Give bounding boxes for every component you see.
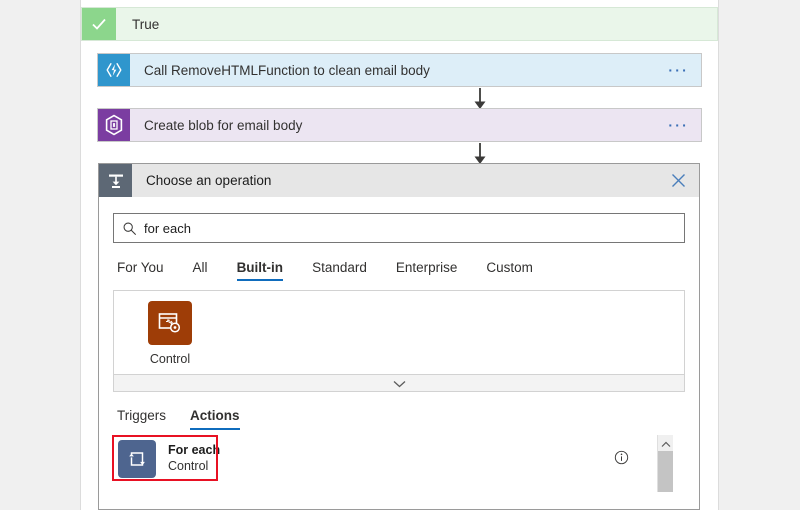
- connector-arrow: [472, 143, 488, 165]
- scope-title: True: [132, 16, 160, 32]
- info-icon[interactable]: [614, 450, 629, 468]
- list-item-for-each[interactable]: For each Control: [112, 435, 685, 481]
- tab-for-you[interactable]: For You: [117, 260, 164, 281]
- panel-header: Choose an operation: [99, 164, 699, 197]
- connector-tile-grid: Control: [113, 290, 685, 375]
- choose-operation-panel: Choose an operation for each For You All…: [98, 163, 700, 510]
- tab-triggers[interactable]: Triggers: [117, 408, 166, 430]
- category-tab-list: For You All Built-in Standard Enterprise…: [113, 255, 685, 281]
- insert-operation-icon: [99, 164, 132, 197]
- scroll-up-button[interactable]: [658, 435, 673, 451]
- action-card-menu-button[interactable]: ···: [668, 118, 701, 132]
- scrollbar-thumb[interactable]: [658, 451, 673, 492]
- action-card-call-removehtmlfunction[interactable]: Call RemoveHTMLFunction to clean email b…: [97, 53, 702, 87]
- checkmark-icon: [82, 8, 116, 40]
- chevron-down-icon: [393, 376, 406, 391]
- tab-custom[interactable]: Custom: [486, 260, 533, 281]
- connector-tile-control[interactable]: Control: [134, 301, 206, 366]
- screenshot-root: True Call RemoveHTMLFunction to clean em…: [0, 0, 800, 510]
- panel-title: Choose an operation: [146, 173, 272, 188]
- workflow-designer-canvas: True Call RemoveHTMLFunction to clean em…: [80, 0, 719, 510]
- panel-body: For You All Built-in Standard Enterprise…: [99, 213, 699, 492]
- search-input[interactable]: [144, 215, 684, 241]
- operation-list: For each Control: [112, 435, 685, 492]
- control-connector-icon: [148, 301, 192, 345]
- operation-tab-list: Triggers Actions: [113, 404, 685, 430]
- for-each-loop-icon: [118, 440, 156, 478]
- action-card-menu-button[interactable]: ···: [668, 63, 701, 77]
- connector-arrow: [472, 88, 488, 110]
- list-item-text: For each Control: [168, 443, 220, 474]
- operation-name: For each: [168, 443, 221, 458]
- tab-standard[interactable]: Standard: [312, 260, 367, 281]
- azure-function-icon: [98, 54, 130, 86]
- scope-header-true[interactable]: True: [81, 7, 718, 41]
- tab-actions[interactable]: Actions: [190, 408, 240, 430]
- chevron-up-icon: [661, 436, 671, 451]
- tab-enterprise[interactable]: Enterprise: [396, 260, 458, 281]
- action-card-label: Call RemoveHTMLFunction to clean email b…: [144, 62, 430, 78]
- connector-tile-label: Control: [149, 352, 191, 366]
- tab-built-in[interactable]: Built-in: [236, 260, 283, 281]
- azure-blob-storage-icon: [98, 109, 130, 141]
- action-card-label: Create blob for email body: [144, 117, 303, 133]
- action-card-create-blob[interactable]: Create blob for email body ···: [97, 108, 702, 142]
- operation-list-scrollbar[interactable]: [657, 435, 673, 492]
- connector-grid-expander[interactable]: [113, 375, 685, 392]
- search-icon: [114, 221, 144, 236]
- operation-connector: Control: [168, 459, 209, 473]
- close-icon[interactable]: [663, 164, 693, 197]
- search-box[interactable]: [113, 213, 685, 243]
- tab-all[interactable]: All: [193, 260, 208, 281]
